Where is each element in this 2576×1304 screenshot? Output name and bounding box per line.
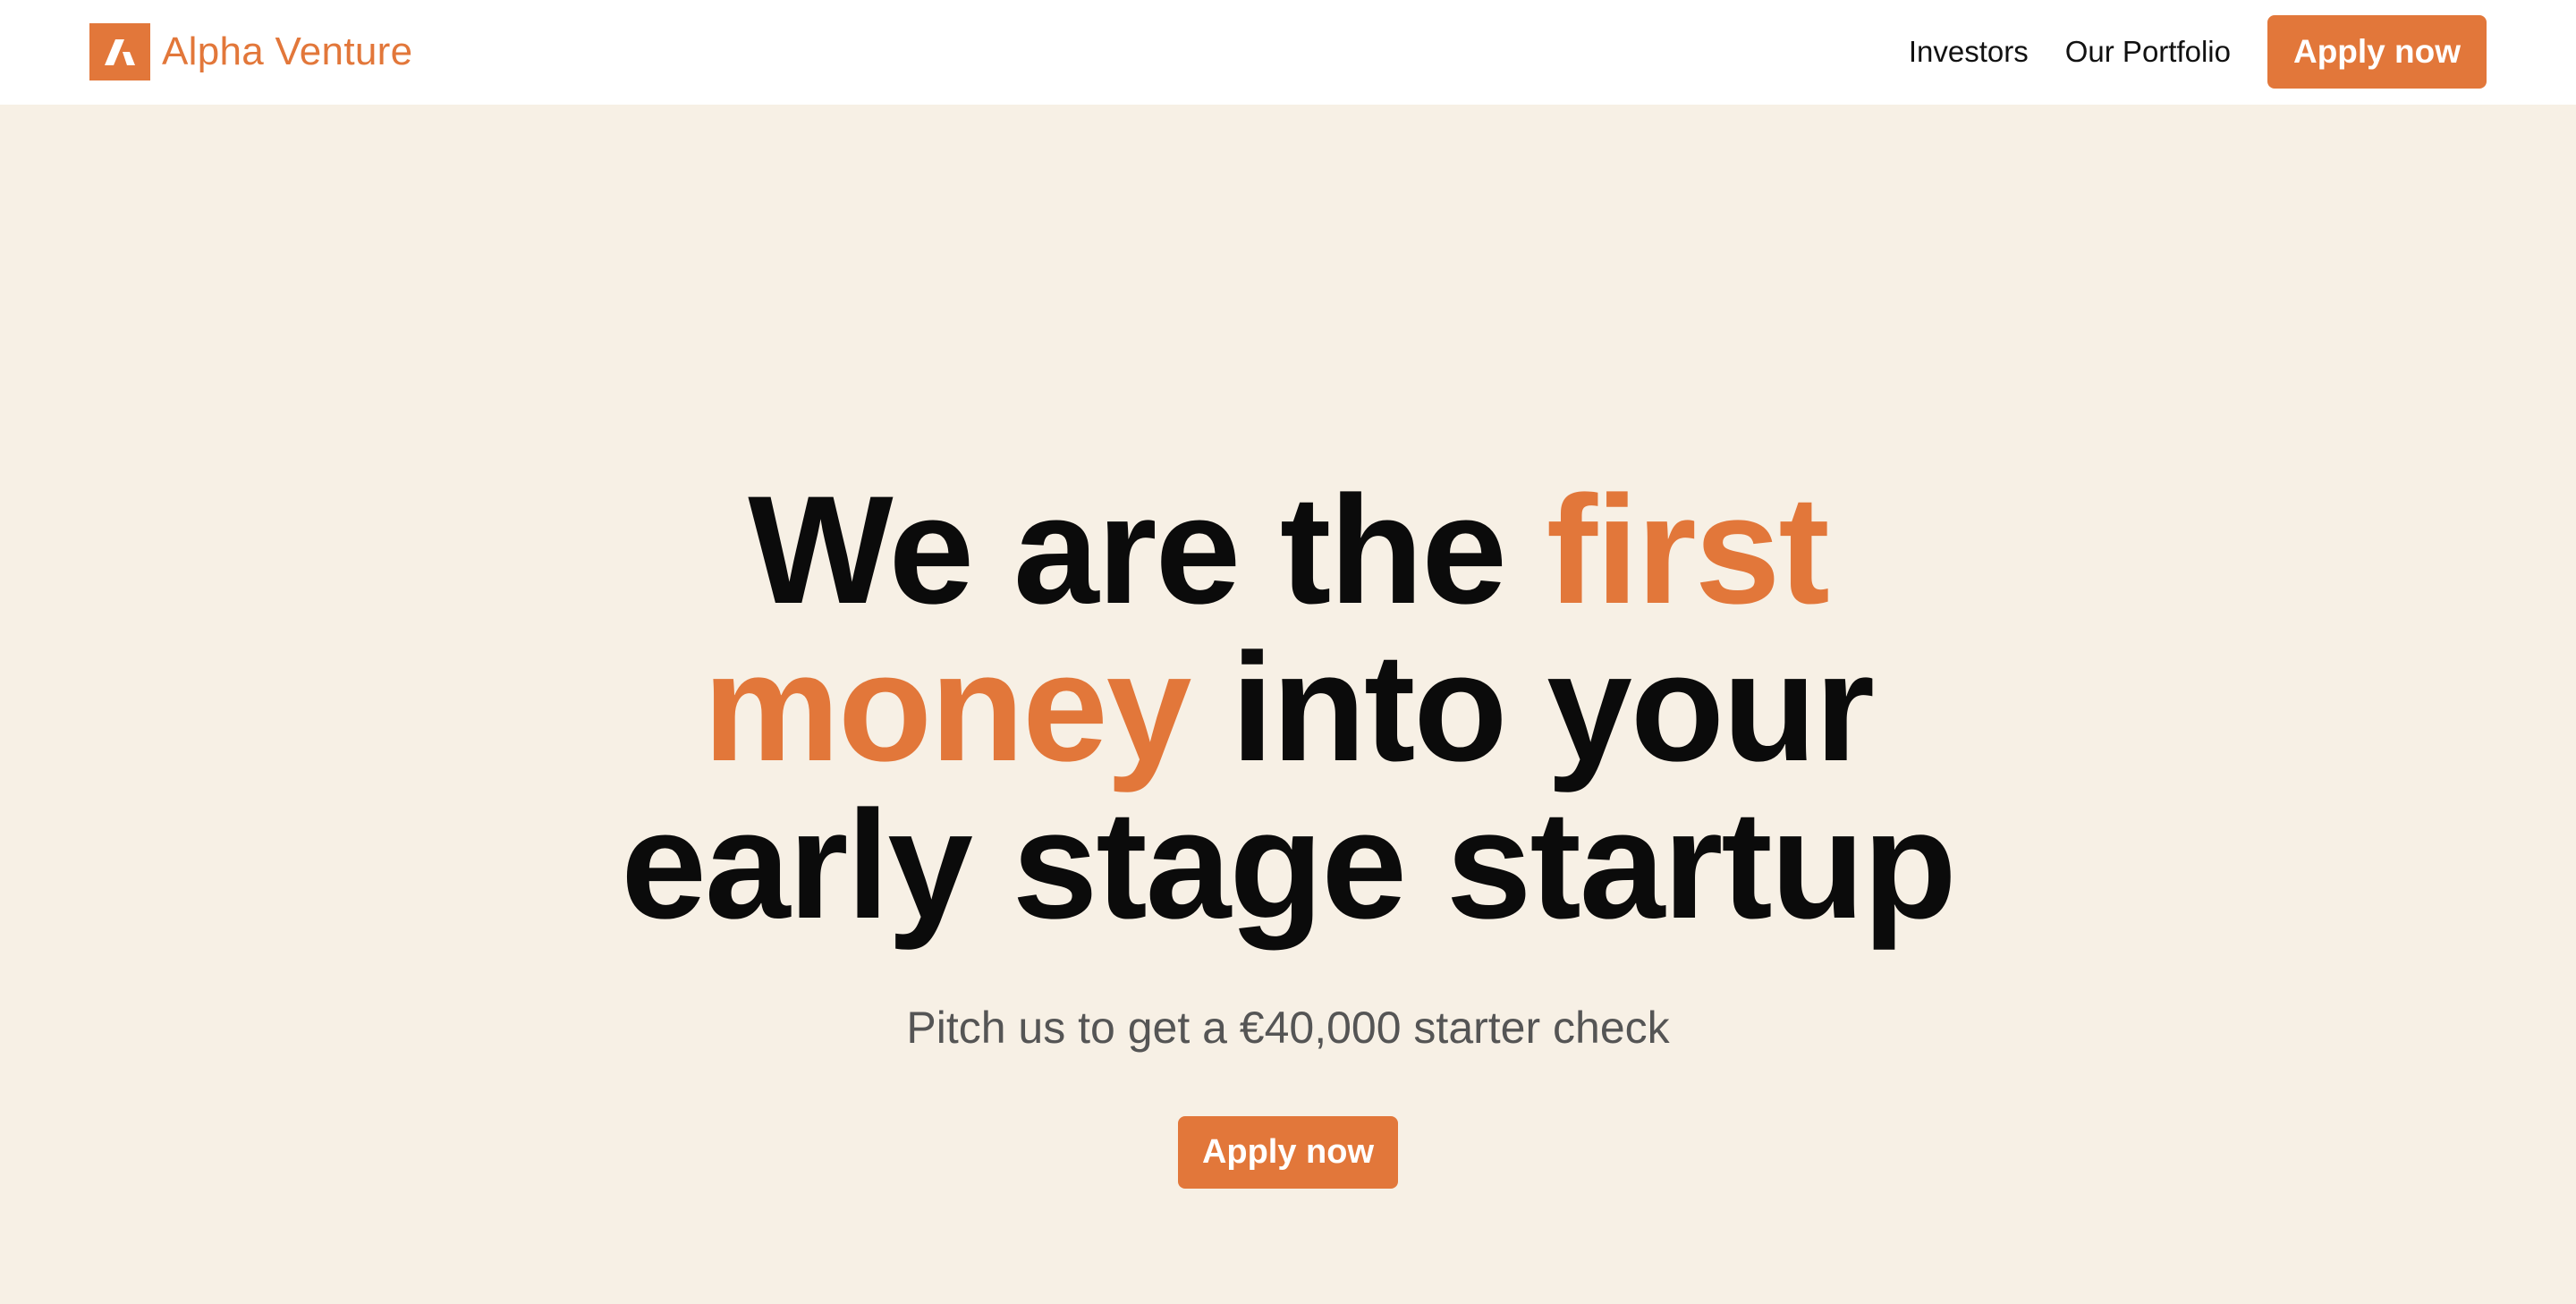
hero-headline: We are the first money into your early s… <box>483 471 2093 944</box>
main-nav: Investors Our Portfolio Apply now <box>1909 15 2487 89</box>
brand-logo-link[interactable]: Alpha Venture <box>89 23 412 80</box>
top-navigation-bar: Alpha Venture Investors Our Portfolio Ap… <box>0 0 2576 105</box>
nav-link-our-portfolio[interactable]: Our Portfolio <box>2065 35 2231 69</box>
hero-subtitle: Pitch us to get a €40,000 starter check <box>906 1003 1670 1053</box>
headline-accent-first: first <box>1546 464 1830 636</box>
brand-name: Alpha Venture <box>162 30 413 73</box>
alpha-venture-logo-icon <box>89 23 150 80</box>
headline-accent-money: money <box>703 622 1191 793</box>
headline-text: early stage startup <box>621 779 1957 951</box>
apply-now-hero-button[interactable]: Apply now <box>1178 1116 1398 1189</box>
apply-now-nav-button[interactable]: Apply now <box>2267 15 2487 89</box>
headline-text: into your <box>1190 622 1875 793</box>
hero-section: We are the first money into your early s… <box>0 105 2576 1304</box>
nav-link-investors[interactable]: Investors <box>1909 35 2029 69</box>
headline-text: We are the <box>748 464 1546 636</box>
